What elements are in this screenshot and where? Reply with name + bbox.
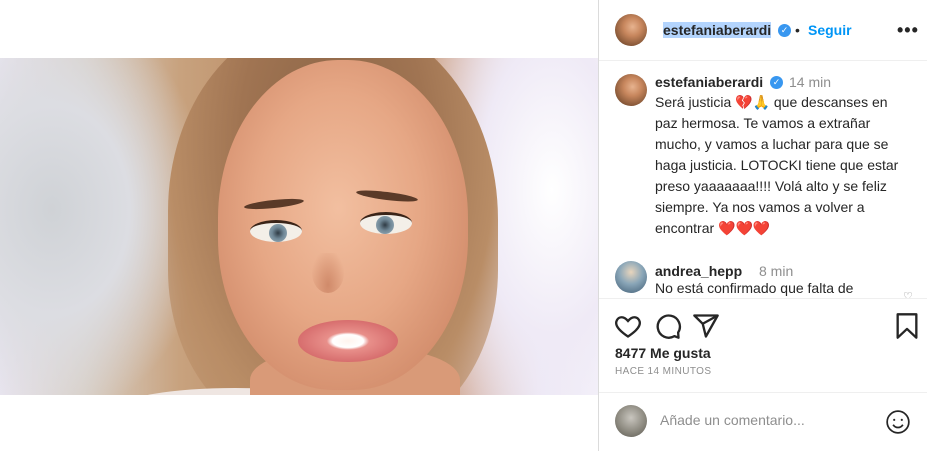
commenter-avatar[interactable]: [615, 261, 647, 293]
share-icon[interactable]: [692, 312, 720, 340]
post-media-panel: [0, 0, 598, 451]
header-separator: •: [795, 22, 800, 38]
caption-avatar[interactable]: [615, 74, 647, 106]
author-username[interactable]: estefaniaberardi: [663, 22, 772, 38]
follow-button[interactable]: Seguir: [808, 22, 852, 38]
comment-icon[interactable]: [654, 312, 682, 340]
bookmark-icon[interactable]: [893, 312, 921, 340]
caption-text: Será justicia 💔🙏 que descanses en paz he…: [655, 94, 899, 236]
post-photo[interactable]: [0, 58, 598, 395]
comments-list[interactable]: estefaniaberardi ✓ 14 min Será justicia …: [599, 62, 927, 298]
comment-input[interactable]: [660, 412, 880, 428]
caption-time[interactable]: 14 min: [789, 74, 831, 90]
emoji-icon[interactable]: [885, 409, 911, 435]
verified-icon: ✓: [770, 76, 783, 89]
caption-username[interactable]: estefaniaberardi: [655, 74, 763, 90]
add-comment-bar: [599, 392, 927, 451]
commenter-username[interactable]: andrea_hepp: [655, 263, 742, 279]
comment-time[interactable]: 8 min: [759, 263, 793, 279]
post-header: estefaniaberardi ✓ • Seguir •••: [599, 0, 927, 61]
post-sidebar: estefaniaberardi ✓ • Seguir ••• estefani…: [598, 0, 927, 451]
comment-text: No está confirmado que falta de: [655, 280, 854, 296]
heart-icon[interactable]: [614, 312, 642, 340]
comment-like-icon[interactable]: ♡: [903, 290, 913, 298]
more-options-icon[interactable]: •••: [897, 20, 919, 41]
verified-icon: ✓: [778, 24, 791, 37]
author-avatar[interactable]: [615, 14, 647, 46]
current-user-avatar: [615, 405, 647, 437]
post-time-ago[interactable]: HACE 14 MINUTOS: [615, 366, 711, 377]
likes-count[interactable]: 8477 Me gusta: [615, 345, 711, 361]
